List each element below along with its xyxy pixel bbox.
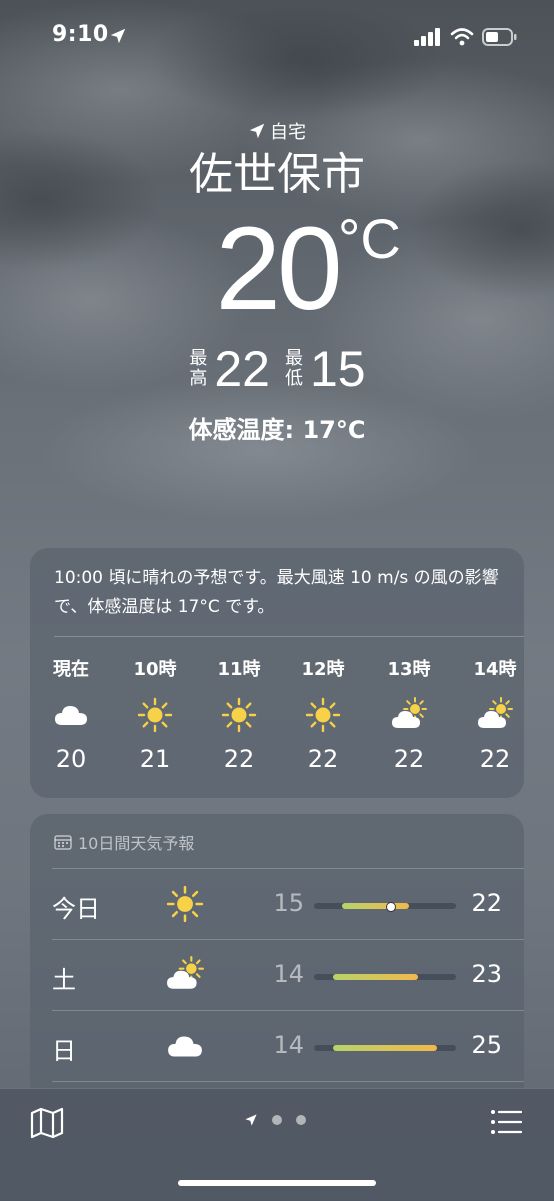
page-dot[interactable] <box>296 1115 306 1125</box>
forecast-row[interactable]: 日 14 25 <box>30 1011 524 1082</box>
location-arrow-icon <box>249 123 265 139</box>
high-temperature: 最 高 22 <box>188 344 270 394</box>
hour-temperature: 22 <box>393 745 425 773</box>
list-icon[interactable] <box>490 1109 522 1135</box>
wifi-icon <box>450 28 474 46</box>
temperature-range-bar <box>332 974 419 980</box>
hourly-summary: 10:00 頃に晴れの予想です。最大風速 10 m/s の風の影響で、体感温度は… <box>54 568 499 617</box>
temperature-unit: °C <box>338 207 401 270</box>
partly-sunny-icon <box>391 697 427 733</box>
temperature-range-bar <box>332 1045 438 1051</box>
day-high: 25 <box>471 1031 502 1059</box>
sun-icon <box>305 697 341 733</box>
high-value: 22 <box>214 341 270 397</box>
day-low: 14 <box>273 960 304 988</box>
home-location-label: 自宅 <box>0 118 554 144</box>
temperature-range-bar <box>342 903 409 909</box>
status-bar: 9:10 <box>0 0 554 72</box>
sun-icon <box>166 885 204 923</box>
divider <box>52 1081 524 1082</box>
hour-label: 11時 <box>217 659 261 680</box>
hourly-forecast-card[interactable]: 10:00 頃に晴れの予想です。最大風速 10 m/s の風の影響で、体感温度は… <box>30 548 524 798</box>
low-label-1: 最 <box>285 348 303 369</box>
hourly-list[interactable]: 現在 20 10時 21 11時 22 12時 22 13時 22 14時 22 <box>30 637 524 797</box>
forecast-day-list: 今日 15 22 土 14 23 日 14 25 <box>30 869 524 1082</box>
temperature-range-track <box>314 1045 456 1051</box>
partly-sunny-icon <box>477 697 513 733</box>
hour-label: 現在 <box>53 659 89 680</box>
current-temperature-dot <box>385 902 396 912</box>
calendar-icon <box>54 835 72 850</box>
page-indicator[interactable] <box>244 1113 306 1127</box>
sun-icon <box>221 697 257 733</box>
hour-temperature: 22 <box>307 745 339 773</box>
low-value: 15 <box>310 341 366 397</box>
page-dot[interactable] <box>272 1115 282 1125</box>
day-high: 22 <box>471 889 502 917</box>
high-label-2: 高 <box>189 368 208 389</box>
hour-temperature: 22 <box>223 745 255 773</box>
current-temperature: 20 °C <box>0 204 554 334</box>
hour-label: 10時 <box>133 659 177 680</box>
low-label-2: 低 <box>285 368 303 389</box>
cellular-signal-icon <box>414 28 440 46</box>
sun-icon <box>137 697 173 733</box>
feels-like: 体感温度: 17°C <box>188 416 366 444</box>
partly-sunny-icon <box>166 956 204 994</box>
hour-temperature: 21 <box>139 745 171 773</box>
day-high: 23 <box>471 960 502 988</box>
location-arrow-icon <box>110 28 126 44</box>
home-label: 自宅 <box>270 122 306 143</box>
status-time: 9:10 <box>52 22 109 47</box>
low-temperature: 最 低 15 <box>284 344 366 394</box>
city-name: 佐世保市 <box>189 149 365 200</box>
day-name: 今日 <box>52 895 100 923</box>
hour-temperature: 22 <box>479 745 511 773</box>
ten-day-forecast-card[interactable]: 10日間天気予報 今日 15 22 土 14 23 日 14 25 <box>30 814 524 1104</box>
hour-label: 12時 <box>301 659 345 680</box>
cloud-icon <box>53 697 89 733</box>
day-name: 土 <box>52 966 76 994</box>
hour-label: 13時 <box>387 659 431 680</box>
temperature-value: 20 <box>215 203 342 335</box>
hour-temperature: 20 <box>55 745 87 773</box>
day-low: 15 <box>273 889 304 917</box>
hour-label: 14時 <box>473 659 517 680</box>
cloud-icon <box>166 1027 204 1065</box>
forecast-header: 10日間天気予報 <box>30 814 524 868</box>
temperature-range-track <box>314 974 456 980</box>
forecast-row[interactable]: 土 14 23 <box>30 940 524 1011</box>
high-low: 最 高 22 最 低 15 <box>0 340 554 398</box>
home-indicator[interactable] <box>178 1180 376 1186</box>
high-label-1: 最 <box>189 348 208 369</box>
forecast-row[interactable]: 今日 15 22 <box>30 869 524 940</box>
day-name: 日 <box>52 1037 76 1065</box>
battery-icon <box>482 28 517 46</box>
forecast-title: 10日間天気予報 <box>78 834 195 853</box>
location-arrow-icon[interactable] <box>244 1113 258 1127</box>
day-low: 14 <box>273 1031 304 1059</box>
weather-header: 自宅 佐世保市 20 °C 最 高 22 最 低 15 体感温度: 17°C <box>0 118 554 445</box>
temperature-range-track <box>314 902 456 912</box>
map-icon[interactable] <box>30 1107 64 1139</box>
